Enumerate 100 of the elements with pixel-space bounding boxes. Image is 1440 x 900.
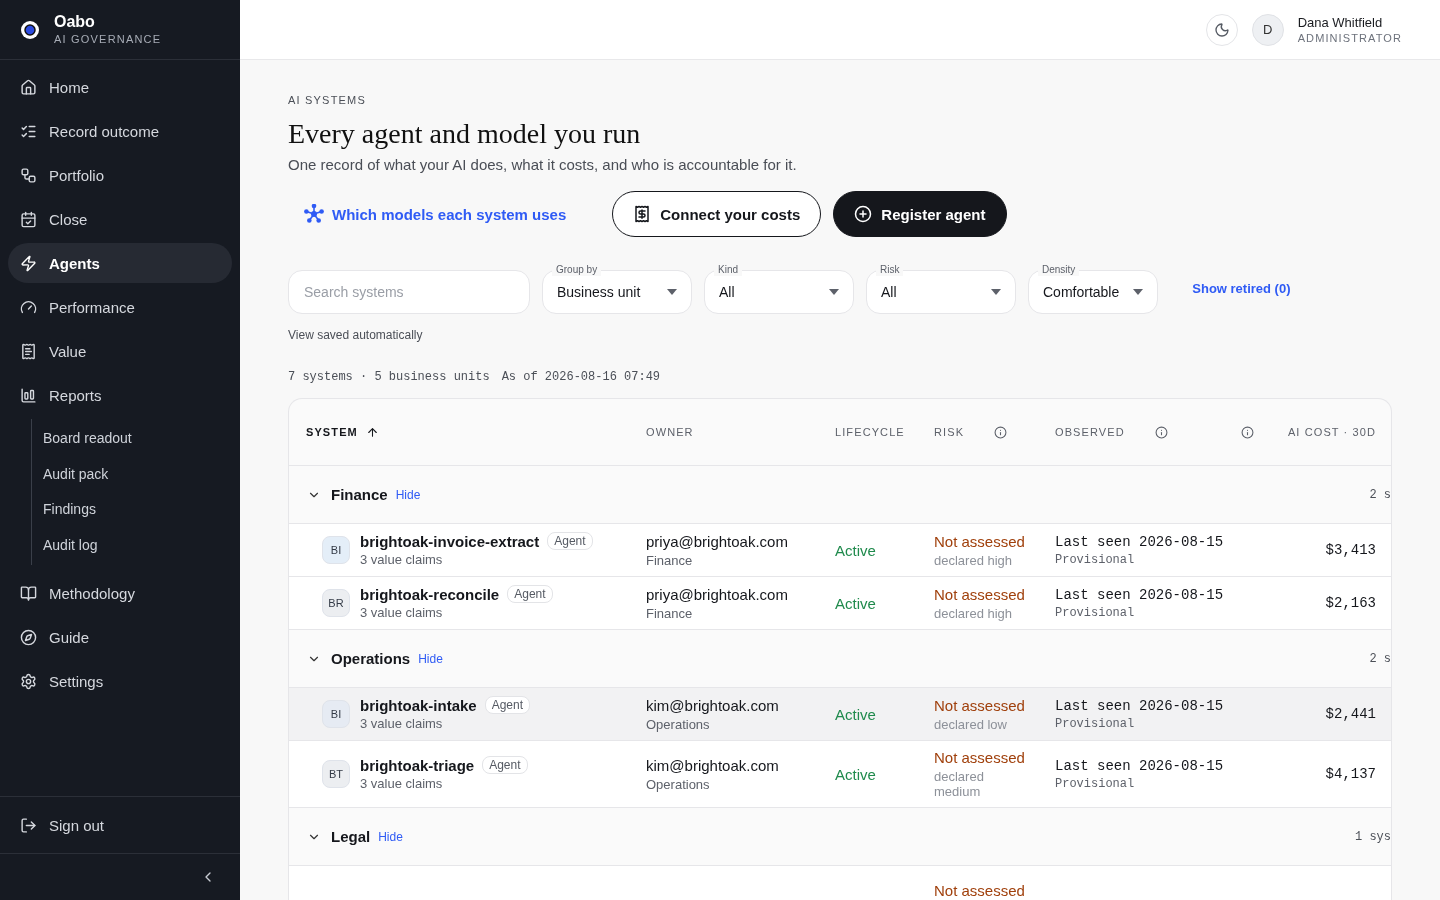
group-name: Legal xyxy=(331,828,371,845)
table-row[interactable]: BR brightoak-reconcile Agent 3 value claims priya@brightoak.com Finance Active Not assessed declared high Last seen 2026-08-15 Provisional $2,163 xyxy=(289,577,1391,630)
select-label: Risk xyxy=(876,264,904,276)
page-title: Every agent and model you run xyxy=(288,118,642,150)
gauge-icon xyxy=(20,298,37,316)
table-row[interactable]: BI brightoak-invoice-extract Agent 3 value claims priya@brightoak.com Finance Active Not assessed declared high Last seen 2026-08-15 Provisional $3,413 xyxy=(289,524,1391,577)
network-icon xyxy=(304,204,324,224)
nav-item[interactable]: Close xyxy=(8,199,232,239)
system-name[interactable]: brightoak-invoice-extract xyxy=(360,532,540,550)
nav-subitem[interactable]: Audit log xyxy=(32,527,232,563)
ai-cost: $2,163 xyxy=(1325,595,1376,611)
value-claims: 3 value claims xyxy=(360,776,443,791)
info-icon[interactable] xyxy=(1241,425,1254,439)
last-seen: Last seen 2026-08-15 xyxy=(1055,757,1225,774)
owner-email: priya@brightoak.com xyxy=(646,532,789,550)
owner-unit: Operations xyxy=(646,716,711,732)
connect-costs-button[interactable]: Connect your costs xyxy=(612,191,822,237)
column-header: LIFECYCLE xyxy=(835,426,905,438)
risk-status: Not assessed xyxy=(934,749,1026,766)
owner-email: kim@brightoak.com xyxy=(646,756,780,774)
nav-subitem[interactable]: Findings xyxy=(32,492,232,528)
select-label: Kind xyxy=(714,264,742,276)
risk-note: declared low xyxy=(934,716,1008,732)
system-name[interactable]: brightoak-reconcile xyxy=(360,585,500,603)
page-eyebrow: AI SYSTEMS xyxy=(288,94,368,106)
nav-item[interactable]: Settings xyxy=(8,661,232,701)
value-claims: 3 value claims xyxy=(360,716,443,731)
nav-item[interactable]: Portfolio xyxy=(8,155,232,195)
nav-subitem[interactable]: Audit pack xyxy=(32,456,232,492)
filter-select[interactable]: Density Comfortable xyxy=(1028,262,1159,314)
nav-item[interactable]: Record outcome xyxy=(8,111,232,151)
system-name[interactable]: brightoak-triage xyxy=(360,756,475,774)
info-icon[interactable] xyxy=(994,425,1008,439)
settings-icon xyxy=(20,672,37,690)
brand-tagline: AI GOVERNANCE xyxy=(54,31,162,47)
book-icon xyxy=(20,584,37,602)
ai-cost: $3,413 xyxy=(1325,542,1376,558)
nav-item[interactable]: Performance xyxy=(8,287,232,327)
hide-link[interactable]: Hide xyxy=(418,651,443,666)
risk-status: Not assessed xyxy=(934,585,1026,603)
hierarchy-icon xyxy=(20,166,37,184)
filter-select[interactable]: Group by Business unit xyxy=(542,262,692,314)
theme-toggle-button[interactable] xyxy=(1205,13,1238,46)
moon-icon xyxy=(1213,21,1230,38)
system-name[interactable]: brightoak-intake xyxy=(360,696,477,714)
logo-icon xyxy=(20,19,40,40)
caret-icon xyxy=(1133,289,1144,295)
table-row[interactable]: Not assessed xyxy=(289,866,1391,900)
risk-note: declared high xyxy=(934,605,1014,621)
receipt-icon xyxy=(20,342,37,360)
show-retired-link[interactable]: Show retired (0) xyxy=(1192,280,1291,296)
kind-tag: Agent xyxy=(484,696,531,714)
nav-item[interactable]: Home xyxy=(8,67,232,107)
column-header: RISK xyxy=(934,426,965,438)
group-name: Operations xyxy=(331,650,411,667)
table-row[interactable]: BT brightoak-triage Agent 3 value claims kim@brightoak.com Operations Active Not assessed declared medium Last seen 2026-08-15 Provisional $4,137 xyxy=(289,741,1391,808)
system-initials: BI xyxy=(322,536,350,564)
nav-subitem[interactable]: Board readout xyxy=(32,421,232,457)
calendar-check-icon xyxy=(20,210,37,228)
owner-unit: Operations xyxy=(646,776,711,792)
hide-link[interactable]: Hide xyxy=(395,487,421,502)
info-icon[interactable] xyxy=(1154,425,1168,439)
search-field[interactable]: Search systems xyxy=(288,270,530,314)
column-header: OBSERVED xyxy=(1055,426,1125,438)
register-agent-button[interactable]: Register agent xyxy=(833,191,1007,237)
filter-select[interactable]: Kind All xyxy=(704,262,854,314)
hide-link[interactable]: Hide xyxy=(378,829,403,844)
owner-unit: Finance xyxy=(646,552,694,568)
group-count: 2 s xyxy=(1369,651,1391,666)
last-seen: Last seen 2026-08-15 xyxy=(1055,697,1225,714)
lifecycle-status: Active xyxy=(835,705,877,723)
brand-name: Oabo xyxy=(54,12,96,31)
nav-item[interactable]: Methodology xyxy=(8,573,232,613)
last-seen: Last seen 2026-08-15 xyxy=(1055,533,1225,550)
table-row[interactable]: BI brightoak-intake Agent 3 value claims kim@brightoak.com Operations Active Not assessed declared low Last seen 2026-08-15 Provisional $2,441 xyxy=(289,688,1391,741)
filter-select[interactable]: Risk All xyxy=(866,262,1016,314)
page-subtitle: One record of what your AI does, what it costs, and who is accountable for it. xyxy=(288,156,798,173)
nav-item[interactable]: Agents xyxy=(8,243,232,283)
nav-item[interactable]: Value xyxy=(8,331,232,371)
kind-tag: Agent xyxy=(507,585,553,603)
column-header: AI COST · 30D xyxy=(1287,426,1376,438)
user-role: ADMINISTRATOR xyxy=(1297,30,1402,46)
nav-item[interactable]: Guide xyxy=(8,617,232,657)
system-initials: BT xyxy=(322,760,350,788)
bar-chart-icon xyxy=(20,386,37,404)
models-link[interactable]: Which models each system uses xyxy=(288,204,601,224)
nav-item[interactable]: Reports xyxy=(8,375,232,415)
user-avatar: D xyxy=(1251,13,1284,46)
ai-cost: $2,441 xyxy=(1325,706,1376,722)
observed-note: Provisional xyxy=(1055,776,1136,791)
sign-out-link[interactable]: Sign out xyxy=(8,805,232,845)
risk-note: declared high xyxy=(934,552,1014,568)
receipt-icon xyxy=(633,205,652,223)
caret-icon xyxy=(667,289,677,295)
caret-icon xyxy=(991,289,1001,295)
column-header[interactable]: SYSTEM xyxy=(306,426,358,438)
house-icon xyxy=(20,78,37,96)
user-name: Dana Whitfield xyxy=(1297,13,1384,31)
select-label: Group by xyxy=(552,264,602,276)
compass-icon xyxy=(20,628,37,646)
